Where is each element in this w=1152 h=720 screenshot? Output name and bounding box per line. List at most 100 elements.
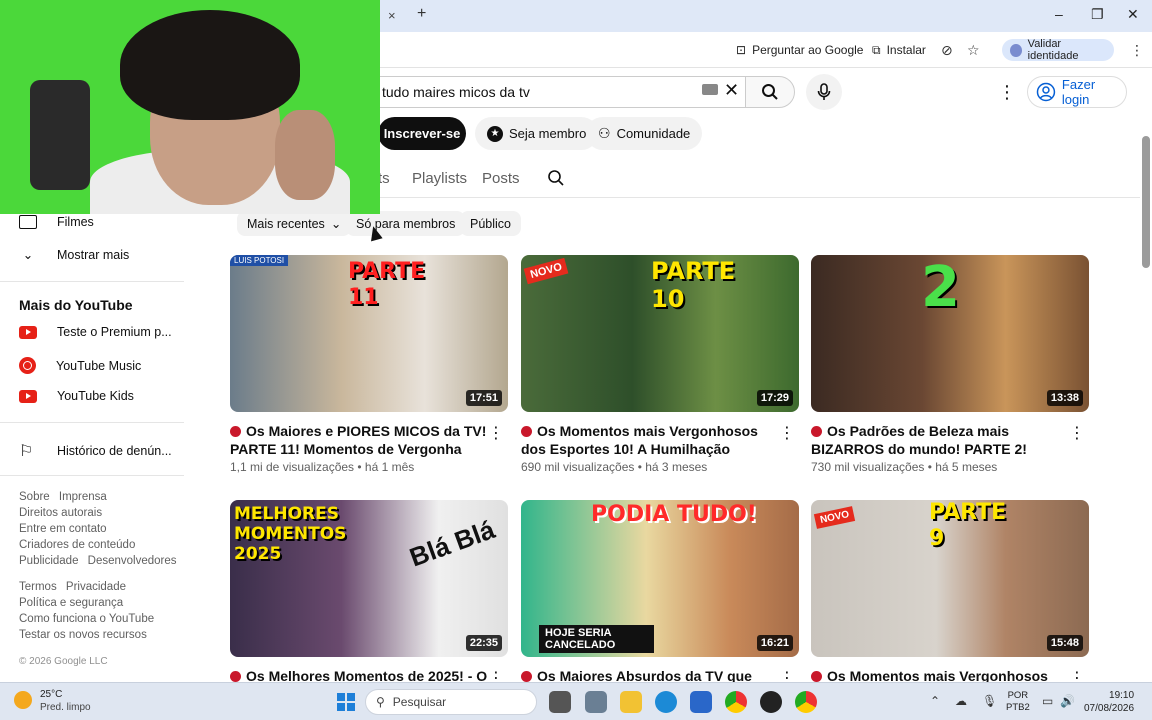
- new-tab-button[interactable]: +: [417, 5, 426, 23]
- filter-chip-public[interactable]: Público: [460, 211, 521, 236]
- cloud-icon[interactable]: ☁: [955, 694, 967, 708]
- tray-microphone-icon[interactable]: 🎙: [982, 694, 997, 708]
- search-button[interactable]: [745, 76, 795, 108]
- subscribe-button[interactable]: Inscrever-se: [378, 117, 466, 150]
- close-window-button[interactable]: ✕: [1127, 6, 1139, 23]
- footer-link[interactable]: Criadores de conteúdo: [19, 539, 135, 551]
- webcam-overlay: [0, 0, 380, 214]
- thumb-tag: HOJE SERIA CANCELADO: [539, 625, 654, 653]
- footer-link[interactable]: Imprensa: [59, 491, 107, 503]
- sidebar-item-films[interactable]: Filmes: [19, 215, 94, 229]
- eye-off-icon[interactable]: ⊘: [941, 42, 953, 59]
- live-dot-icon: [521, 671, 532, 682]
- search-input-value[interactable]: tudo maires micos da tv: [382, 84, 530, 100]
- footer-link[interactable]: Sobre: [19, 491, 50, 503]
- store-icon[interactable]: [690, 691, 712, 713]
- join-member-button[interactable]: ★ Seja membro: [475, 117, 599, 150]
- weather-sun-icon[interactable]: [14, 691, 32, 709]
- taskbar-search-label: Pesquisar: [392, 695, 447, 709]
- keyboard-layout: PTB2: [1006, 702, 1030, 713]
- video-card[interactable]: LUIS POTOSI PARTE 11 17:51 Os Maiores e …: [230, 255, 508, 474]
- more-options-icon[interactable]: ⋮: [779, 423, 795, 443]
- validate-identity-button[interactable]: Validar identidade: [1002, 38, 1114, 62]
- live-dot-icon: [230, 671, 241, 682]
- minimize-button[interactable]: –: [1055, 6, 1063, 22]
- video-title[interactable]: Os Maiores e PIORES MICOS da TV! PARTE 1…: [230, 422, 508, 458]
- sidebar-item-music[interactable]: YouTube Music: [19, 357, 141, 374]
- more-options-icon[interactable]: ⋮: [488, 423, 504, 443]
- sidebar-item-report-history[interactable]: ⚐ Histórico de denún...: [19, 441, 172, 461]
- video-card[interactable]: 2 13:38 Os Padrões de Beleza mais BIZARR…: [811, 255, 1089, 474]
- video-thumbnail[interactable]: NOVO PARTE 10 17:29: [521, 255, 799, 412]
- video-thumbnail[interactable]: MELHORES MOMENTOS 2025 Blá Blá 22:35: [230, 500, 508, 657]
- sidebar-show-more[interactable]: ⌄ Mostrar mais: [19, 247, 129, 263]
- system-clock[interactable]: 19:10 07/08/2026: [1084, 689, 1134, 715]
- install-button[interactable]: ⧉ Instalar: [864, 39, 934, 61]
- tray-chevron-up-icon[interactable]: ⌃: [930, 694, 940, 708]
- chrome-profile-icon[interactable]: [795, 691, 817, 713]
- volume-icon[interactable]: 🔊: [1060, 694, 1075, 708]
- display-icon[interactable]: ▭: [1042, 694, 1053, 708]
- tab-close-icon[interactable]: ×: [388, 8, 396, 23]
- video-card[interactable]: NOVO PARTE 10 17:29 Os Momentos mais Ver…: [521, 255, 799, 474]
- video-title[interactable]: Os Padrões de Beleza mais BIZARROS do mu…: [811, 422, 1089, 458]
- footer-link[interactable]: Testar os novos recursos: [19, 629, 147, 641]
- video-thumbnail[interactable]: LUIS POTOSI PARTE 11 17:51: [230, 255, 508, 412]
- sidebar-item-premium[interactable]: Teste o Premium p...: [19, 325, 172, 339]
- tab-posts[interactable]: Posts: [482, 170, 520, 187]
- sidebar-section-title: Mais do YouTube: [19, 297, 133, 313]
- ask-google-button[interactable]: ⊡ Perguntar ao Google: [728, 39, 871, 61]
- restore-button[interactable]: ❐: [1091, 6, 1104, 23]
- edge-icon[interactable]: [655, 691, 677, 713]
- star-icon[interactable]: ☆: [967, 42, 980, 59]
- community-icon: ⚇: [598, 125, 611, 141]
- language-indicator[interactable]: POR PTB2: [1006, 690, 1030, 714]
- footer-link[interactable]: Publicidade: [19, 555, 78, 567]
- video-title-text: Os Maiores e PIORES MICOS da TV! PARTE 1…: [230, 423, 487, 457]
- channel-search-icon[interactable]: [547, 169, 565, 187]
- video-title[interactable]: Os Momentos mais Vergonhosos dos Esporte…: [521, 422, 799, 458]
- voice-search-button[interactable]: [806, 74, 842, 110]
- file-explorer-icon[interactable]: [620, 691, 642, 713]
- video-card[interactable]: NOVO PARTE 9 15:48 Os Momentos mais Verg…: [811, 500, 1089, 703]
- clear-search-icon[interactable]: ✕: [724, 80, 739, 101]
- thumb-text: PARTE 11: [348, 259, 426, 310]
- taskbar-search[interactable]: ⚲ Pesquisar: [365, 689, 537, 715]
- member-star-icon: ★: [487, 125, 503, 142]
- sidebar-item-kids[interactable]: YouTube Kids: [19, 389, 134, 403]
- community-button[interactable]: ⚇ Comunidade: [586, 117, 703, 150]
- sidebar-divider: [0, 422, 184, 423]
- video-title-text: Os Momentos mais Vergonhosos dos Esporte…: [521, 423, 758, 457]
- weather-temperature[interactable]: 25°C: [40, 689, 62, 700]
- tab-playlists[interactable]: Playlists: [412, 170, 467, 187]
- thumb-text: 2: [921, 255, 960, 320]
- filter-chip-recent[interactable]: Mais recentes ⌄: [237, 211, 352, 236]
- search-icon: [762, 84, 778, 100]
- video-thumbnail[interactable]: 2 13:38: [811, 255, 1089, 412]
- widgets-icon[interactable]: [585, 691, 607, 713]
- footer-link[interactable]: Termos: [19, 581, 57, 593]
- video-thumbnail[interactable]: NOVO PARTE 9 15:48: [811, 500, 1089, 657]
- video-meta: 690 mil visualizações • há 3 meses: [521, 460, 708, 474]
- footer-link[interactable]: Direitos autorais: [19, 507, 102, 519]
- video-card[interactable]: PODIA TUDO! HOJE SERIA CANCELADO 16:21 O…: [521, 500, 799, 703]
- login-button[interactable]: Fazer login: [1027, 76, 1127, 108]
- weather-description[interactable]: Pred. limpo: [40, 702, 91, 713]
- windows-start-icon[interactable]: [337, 693, 355, 711]
- footer-link[interactable]: Privacidade: [66, 581, 126, 593]
- keyboard-icon[interactable]: [702, 84, 718, 95]
- settings-menu-icon[interactable]: ⋮: [998, 82, 1016, 103]
- filter-chip-members[interactable]: Só para membros: [346, 211, 466, 236]
- footer-link[interactable]: Desenvolvedores: [88, 555, 177, 567]
- page-scrollbar[interactable]: [1142, 136, 1150, 268]
- obs-icon[interactable]: [760, 691, 782, 713]
- footer-link[interactable]: Entre em contato: [19, 523, 107, 535]
- footer-link[interactable]: Como funciona o YouTube: [19, 613, 154, 625]
- more-options-icon[interactable]: ⋮: [1069, 423, 1085, 443]
- browser-menu-icon[interactable]: ⋮: [1130, 42, 1144, 59]
- footer-link[interactable]: Política e segurança: [19, 597, 123, 609]
- video-thumbnail[interactable]: PODIA TUDO! HOJE SERIA CANCELADO 16:21: [521, 500, 799, 657]
- task-view-icon[interactable]: [549, 691, 571, 713]
- chrome-icon[interactable]: [725, 691, 747, 713]
- video-card[interactable]: MELHORES MOMENTOS 2025 Blá Blá 22:35 Os …: [230, 500, 508, 703]
